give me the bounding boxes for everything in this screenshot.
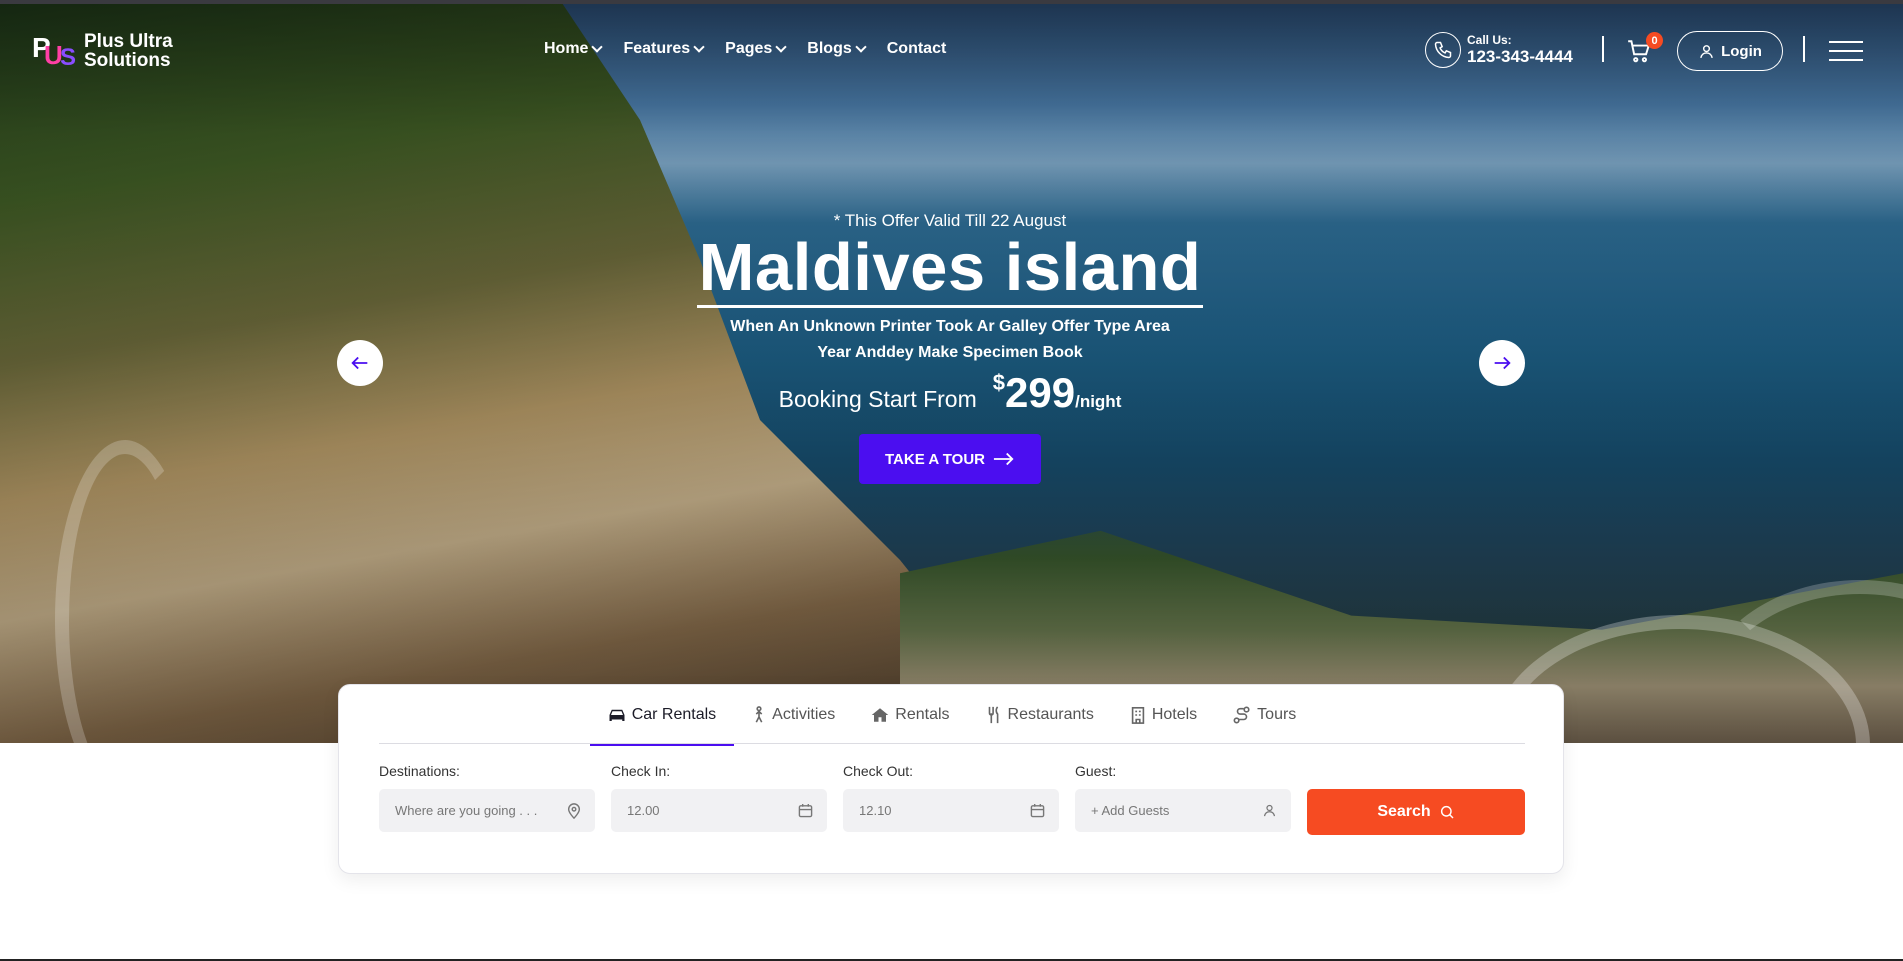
main-nav: Home Features Pages Blogs Contact	[544, 40, 968, 58]
nav-item-home[interactable]: Home	[544, 40, 604, 58]
logo-mark: PUS	[32, 32, 77, 71]
arrow-right-icon	[993, 452, 1014, 466]
divider	[1803, 36, 1805, 62]
arrow-left-icon	[351, 356, 368, 370]
call-label: Call Us:	[1467, 33, 1512, 47]
tab-rentals[interactable]: Rentals	[853, 685, 967, 744]
nav-item-contact[interactable]: Contact	[887, 40, 947, 58]
cart-count-badge: 0	[1646, 32, 1663, 49]
user-icon	[1263, 804, 1276, 817]
user-icon	[1700, 44, 1713, 58]
search-button[interactable]: Search	[1307, 789, 1525, 835]
call-number: 123-343-4444	[1467, 47, 1573, 66]
hiking-icon	[755, 705, 763, 723]
booking-tabs: Car Rentals Activities Rentals Restauran…	[379, 685, 1525, 746]
destination-field: Destinations: Where are you going . . .	[379, 763, 595, 832]
guest-field: Guest: + Add Guests	[1075, 763, 1291, 832]
login-button[interactable]: Login	[1677, 31, 1783, 71]
divider	[1602, 36, 1604, 62]
guest-input[interactable]: + Add Guests	[1075, 789, 1291, 832]
checkout-input[interactable]: 12.10	[843, 789, 1059, 832]
hero-description: When An Unknown Printer Took Ar Galley O…	[730, 318, 1170, 361]
tab-car-rentals[interactable]: Car Rentals	[589, 685, 735, 746]
slider-next-button[interactable]	[1479, 340, 1525, 386]
brand-line1: Plus Ultra	[84, 31, 173, 52]
booking-label: Booking Start From	[778, 386, 977, 412]
location-pin-icon	[567, 802, 581, 819]
route-icon	[1233, 706, 1250, 723]
price-row: Booking Start From $ 299 /night	[640, 369, 1260, 416]
take-a-tour-button[interactable]: TAKE A TOUR	[859, 434, 1041, 484]
call-us[interactable]: Call Us: 123-343-4444	[1425, 32, 1573, 68]
tab-tours[interactable]: Tours	[1215, 685, 1314, 744]
car-icon	[609, 709, 625, 721]
phone-icon	[1425, 32, 1461, 68]
hero-content: * This Offer Valid Till 22 August Maldiv…	[640, 211, 1260, 484]
chevron-down-icon	[855, 41, 867, 53]
checkout-field: Check Out: 12.10	[843, 763, 1059, 832]
nav-item-features[interactable]: Features	[623, 40, 705, 58]
slider-prev-button[interactable]	[337, 340, 383, 386]
checkin-input[interactable]: 12.00	[611, 789, 827, 832]
price-unit: /night	[1075, 392, 1122, 411]
nav-item-blogs[interactable]: Blogs	[807, 40, 867, 58]
price-amount: 299	[1005, 369, 1076, 416]
tab-hotels[interactable]: Hotels	[1112, 685, 1215, 744]
price-currency: $	[992, 370, 1006, 395]
search-fields: Destinations: Where are you going . . . …	[379, 763, 1307, 832]
utensils-icon	[988, 705, 998, 723]
hamburger-menu-button[interactable]	[1829, 41, 1863, 61]
calendar-icon	[1030, 803, 1045, 818]
arrow-right-icon	[1494, 356, 1511, 370]
building-icon	[1131, 706, 1145, 724]
calendar-icon	[798, 803, 813, 818]
chevron-down-icon	[693, 41, 705, 53]
search-icon	[1440, 805, 1454, 819]
chevron-down-icon	[591, 41, 604, 53]
tab-restaurants[interactable]: Restaurants	[968, 685, 1112, 744]
brand-line2: Solutions	[84, 50, 171, 71]
home-icon	[872, 707, 889, 722]
hero-title: Maldives island	[696, 231, 1204, 308]
booking-search-panel: Car Rentals Activities Rentals Restauran…	[338, 684, 1564, 874]
cart-button[interactable]: 0	[1626, 32, 1663, 68]
destination-input[interactable]: Where are you going . . .	[379, 789, 595, 832]
tab-activities[interactable]: Activities	[734, 685, 853, 744]
offer-text: * This Offer Valid Till 22 August	[833, 211, 1067, 230]
nav-item-pages[interactable]: Pages	[725, 40, 787, 58]
site-header: PUS Plus Ultra Solutions Home Features P…	[0, 0, 1903, 100]
brand-logo[interactable]: PUS Plus Ultra Solutions	[32, 30, 173, 72]
chevron-down-icon	[775, 41, 787, 53]
checkin-field: Check In: 12.00	[611, 763, 827, 832]
